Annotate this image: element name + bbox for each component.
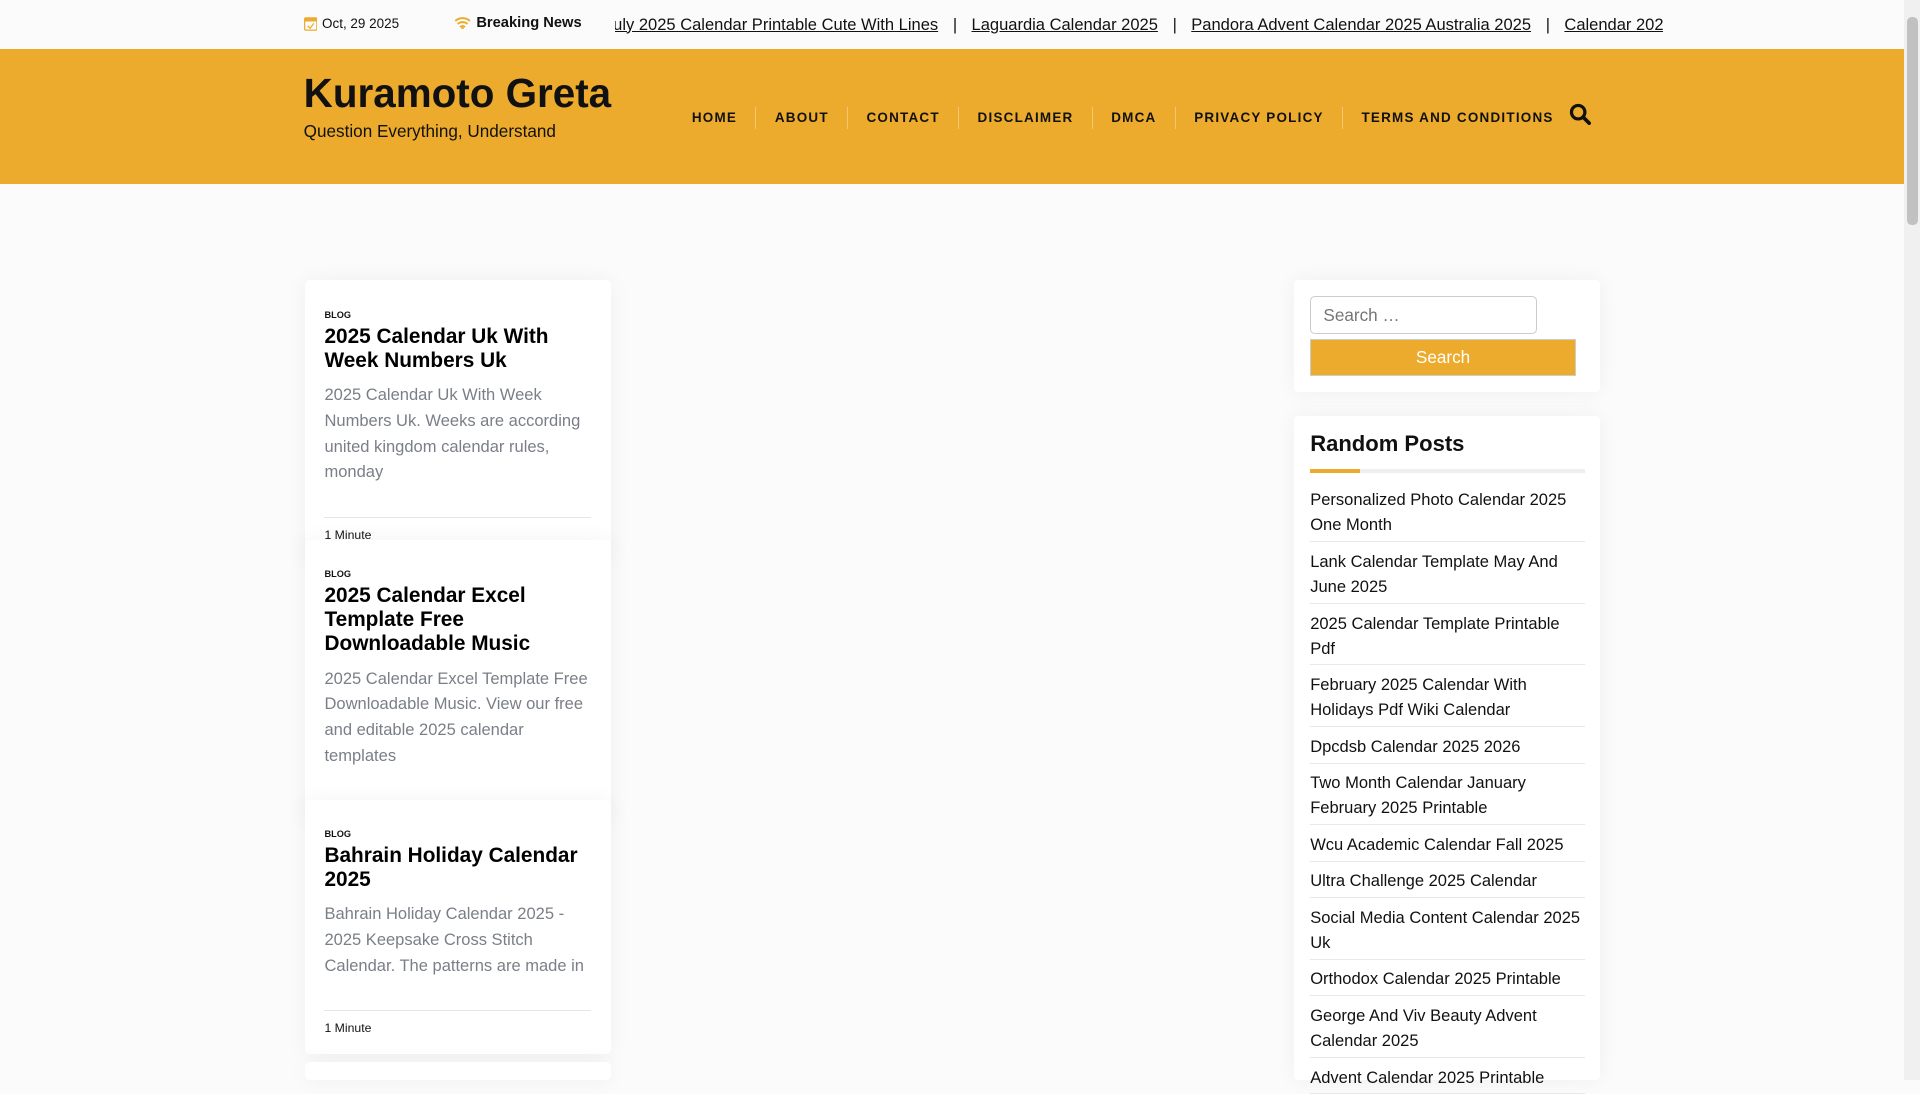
ticker-link[interactable]: Pandora Advent Calendar 2025 Australia 2… bbox=[1191, 15, 1531, 34]
random-post-link[interactable]: Orthodox Calendar 2025 Printable bbox=[1310, 964, 1585, 997]
read-time: 1 Minute bbox=[324, 1010, 592, 1035]
separator: | bbox=[1172, 14, 1177, 34]
nav-home[interactable]: HOME bbox=[673, 107, 755, 129]
nav-terms[interactable]: TERMS AND CONDITIONS bbox=[1342, 106, 1572, 129]
search-button[interactable]: Search bbox=[1310, 339, 1576, 376]
post-card: BLOG Bahrain Holiday Calendar 2025 Bahra… bbox=[304, 799, 612, 1055]
search-input[interactable] bbox=[1310, 296, 1537, 335]
news-ticker: July 2025 Calendar Printable Cute With L… bbox=[615, 15, 1663, 35]
nav-disclaimer[interactable]: DISCLAIMER bbox=[958, 106, 1092, 129]
title-underline bbox=[1310, 468, 1585, 473]
random-post-link[interactable]: Personalized Photo Calendar 2025 One Mon… bbox=[1310, 485, 1585, 543]
random-post-link[interactable]: Advent Calendar 2025 Printable bbox=[1310, 1062, 1585, 1094]
random-post-link[interactable]: February 2025 Calendar With Holidays Pdf… bbox=[1310, 670, 1585, 728]
page: Oct, 29 2025 Breaking News July 2025 Cal… bbox=[0, 0, 1920, 1094]
nav-privacy-policy[interactable]: PRIVACY POLICY bbox=[1174, 106, 1342, 129]
wifi-icon bbox=[454, 17, 471, 30]
ticker-link[interactable]: Laguardia Calendar 2025 bbox=[972, 15, 1158, 34]
breaking-news: Breaking News bbox=[454, 14, 582, 31]
main-nav: HOME ABOUT CONTACT DISCLAIMER DMCA PRIVA… bbox=[673, 106, 1572, 129]
random-post-link[interactable]: George And Viv Beauty Advent Calendar 20… bbox=[1310, 1001, 1585, 1058]
scrollbar-thumb[interactable] bbox=[1906, 17, 1918, 226]
calendar-icon bbox=[303, 17, 318, 31]
date-text: Oct, 29 2025 bbox=[322, 15, 400, 31]
read-time: 1 Minute bbox=[324, 516, 592, 542]
random-post-link[interactable]: Wcu Academic Calendar Fall 2025 bbox=[1310, 829, 1585, 862]
search-widget: Search bbox=[1294, 280, 1601, 392]
post-excerpt: 2025 Calendar Excel Template Free Downlo… bbox=[324, 668, 588, 765]
random-post-link[interactable]: Ultra Challenge 2025 Calendar bbox=[1310, 866, 1585, 899]
ticker-link[interactable]: July 2025 Calendar Printable Cute With L… bbox=[615, 15, 938, 34]
site-header: Kuramoto Greta Question Everything, Unde… bbox=[0, 48, 1905, 184]
random-posts-widget: Random Posts Personalized Photo Calendar… bbox=[1294, 416, 1601, 1094]
post-title[interactable]: 2025 Calendar Excel Template Free Downlo… bbox=[324, 584, 591, 656]
post-category[interactable]: BLOG bbox=[324, 829, 591, 839]
ticker-link[interactable]: Calendar 2025 Marathi bbox=[1564, 15, 1662, 34]
site-title[interactable]: Kuramoto Greta bbox=[304, 70, 611, 117]
post-title[interactable]: 2025 Calendar Uk With Week Numbers Uk bbox=[324, 325, 591, 373]
post-title[interactable]: Bahrain Holiday Calendar 2025 bbox=[324, 844, 591, 892]
random-post-link[interactable]: Dpcdsb Calendar 2025 2026 bbox=[1310, 731, 1585, 764]
search-icon[interactable] bbox=[1569, 103, 1591, 125]
top-bar: Oct, 29 2025 Breaking News July 2025 Cal… bbox=[0, 0, 1905, 49]
random-post-link[interactable]: Lank Calendar Template May And June 2025 bbox=[1310, 546, 1585, 604]
random-post-link[interactable]: Social Media Content Calendar 2025 Uk bbox=[1310, 902, 1585, 960]
nav-dmca[interactable]: DMCA bbox=[1091, 106, 1175, 129]
separator: | bbox=[952, 14, 958, 34]
random-posts-list: Personalized Photo Calendar 2025 One Mon… bbox=[1310, 485, 1585, 1094]
separator: | bbox=[1545, 14, 1551, 34]
tagline: Question Everything, Understand bbox=[303, 121, 556, 142]
random-post-link[interactable]: Two Month Calendar January February 2025… bbox=[1310, 768, 1585, 826]
post-card: BLOG 2025 Calendar Uk With Week Numbers … bbox=[304, 280, 612, 563]
post-excerpt: 2025 Calendar Uk With Week Numbers Uk. W… bbox=[324, 385, 581, 482]
nav-contact[interactable]: CONTACT bbox=[847, 106, 958, 129]
post-card bbox=[304, 1061, 612, 1080]
scrollbar[interactable] bbox=[1904, 0, 1920, 1080]
post-excerpt: Bahrain Holiday Calendar 2025 - 2025 Kee… bbox=[324, 904, 584, 975]
post-card: BLOG 2025 Calendar Excel Template Free D… bbox=[304, 540, 612, 822]
date: Oct, 29 2025 bbox=[303, 15, 400, 31]
post-category[interactable]: BLOG bbox=[324, 310, 591, 320]
widget-title: Random Posts bbox=[1310, 431, 1465, 457]
breaking-news-label: Breaking News bbox=[476, 14, 582, 31]
nav-about[interactable]: ABOUT bbox=[755, 106, 847, 129]
post-category[interactable]: BLOG bbox=[324, 569, 591, 579]
random-post-link[interactable]: 2025 Calendar Template Printable Pdf bbox=[1310, 608, 1585, 666]
